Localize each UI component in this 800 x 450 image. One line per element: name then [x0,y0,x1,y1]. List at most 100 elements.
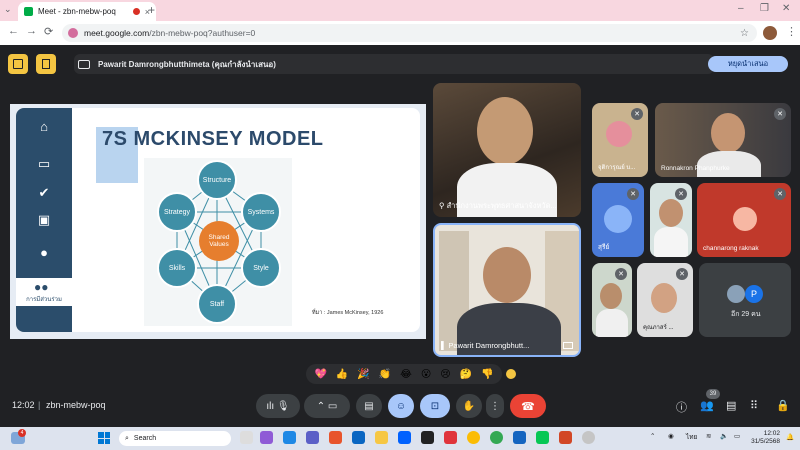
captions-icon: ▤ [364,400,374,412]
tray-chevron-icon[interactable]: ⌃ [650,432,655,440]
chevron-up-icon: ⌃ [316,400,328,412]
tab-title: Meet - zbn-mebw-poq [38,7,116,16]
terminal-icon[interactable] [421,431,434,444]
present-button[interactable]: ⊡ [420,394,450,418]
reaction-heart-button[interactable]: 💖 [314,369,326,380]
reaction-laugh-button[interactable]: 😂 [400,369,412,380]
stop-presenting-button[interactable]: หยุดนำเสนอ [708,56,788,72]
participant-tile-7[interactable]: ✕ คุณภาสร์ ... [637,263,693,337]
powerpoint-icon[interactable] [559,431,572,444]
screen-icon [563,342,573,349]
maximize-button[interactable]: ❐ [760,3,769,14]
participant-initial-avatar: P [745,285,763,303]
tile-name: จุติการุณย์ บ... [598,165,636,171]
app-icon[interactable] [582,431,595,444]
captions-button[interactable]: ▤ [356,394,382,418]
muted-mic-icon: ✕ [627,188,639,200]
notifications-bell-icon[interactable]: 🔔 [786,433,794,441]
slide-source: ที่มา : James McKinsey, 1926 [312,310,384,316]
file-explorer-icon[interactable] [375,431,388,444]
taskbar-search-input[interactable]: ⌕ Search [119,431,231,446]
dropbox-icon[interactable] [398,431,411,444]
outlook-icon[interactable] [352,431,365,444]
others-tile[interactable]: P อีก 29 คน [699,263,791,337]
firefox-icon[interactable] [329,431,342,444]
photos-icon[interactable] [513,431,526,444]
bookmark-star-icon[interactable]: ☆ [740,28,749,39]
teams-icon[interactable] [306,431,319,444]
participant-face [711,113,745,153]
reaction-clap-button[interactable]: 👏 [379,369,391,380]
tray-app-icon[interactable]: ◉ [668,432,674,440]
wifi-icon[interactable]: ≋ [706,432,711,440]
host-controls-icon[interactable]: 🔒 [776,399,790,412]
chrome-profile-icon[interactable] [490,431,503,444]
reload-button[interactable]: ⟳ [44,25,53,38]
browser-menu-icon[interactable]: ⋮ [786,25,797,38]
participant-tile-3[interactable]: ✕ สุรีย์ [592,183,644,257]
taskbar-clock[interactable]: 12:02 31/5/2568 [750,430,780,446]
raise-hand-button[interactable]: ✋ [456,394,482,418]
reaction-thumbs-up-button[interactable]: 👍 [336,369,348,380]
participant-tile-1[interactable]: ✕ จุติการุณย์ บ... [592,103,648,177]
skin-tone-button[interactable] [506,369,516,379]
reaction-surprised-button[interactable]: 😮 [421,369,431,380]
participant-tile-4[interactable]: ✕ [650,183,692,257]
tile-name: Ronnakron Phanphurke [661,165,730,172]
line-icon[interactable] [536,431,549,444]
minimize-button[interactable]: – [738,3,744,14]
rail-tab-label: การมีส่วนร่วม [26,297,62,303]
edge-icon[interactable] [283,431,296,444]
battery-icon[interactable]: ▭ [734,432,740,440]
tab-search-icon[interactable]: ⌄ [4,4,12,15]
address-bar[interactable]: meet.google.com/zbn-mebw-poq?authuser=0 … [62,24,757,42]
more-options-button[interactable]: ⋮ [486,394,504,418]
meeting-time: 12:02 [12,400,35,410]
microphone-button[interactable]: ılı 🎙 [256,394,300,418]
participant-tile-6[interactable]: ✕ [592,263,632,337]
participant-face [477,97,533,165]
site-info-icon[interactable] [68,28,78,38]
participant-face [600,283,622,309]
browser-tab-meet[interactable]: Meet - zbn-mebw-poq × [18,2,156,21]
muted-mic-icon: ✕ [615,268,627,280]
muted-mic-icon: ✕ [774,108,786,120]
muted-mic-icon: ✕ [774,188,786,200]
participant-tile-2[interactable]: ✕ Ronnakron Phanphurke [655,103,791,177]
back-button[interactable]: ← [8,25,19,37]
presenting-banner: Pawarit Damrongbhutthimeta (คุณกำลังนำเส… [74,54,714,74]
emoji-reactions-button[interactable]: ☺ [388,394,414,418]
participant-face [651,283,677,313]
leave-call-button[interactable]: ☎ [510,394,546,418]
node-strategy: Strategy [157,192,197,232]
camera-button[interactable]: ⌃ ▭ [304,394,350,418]
clock-date: 31/5/2568 [751,438,780,446]
participant-tile-5[interactable]: ✕ channarong raknak [697,183,791,257]
reaction-sad-button[interactable]: 😢 [440,369,450,380]
volume-icon[interactable]: 🔈 [720,432,728,440]
reaction-thinking-button[interactable]: 🤔 [460,369,472,380]
chat-icon[interactable]: ▤ [726,399,736,412]
task-view-icon[interactable] [240,431,253,444]
info-icon[interactable]: ⓘ [676,399,687,415]
profile-avatar[interactable] [763,26,777,40]
close-window-button[interactable]: ✕ [782,3,790,14]
search-placeholder: Search [133,435,157,442]
windows-start-icon[interactable] [98,432,110,444]
activities-grid-icon[interactable]: ⠿ [750,399,758,412]
input-language[interactable]: ไทย [686,432,697,442]
new-tab-button[interactable]: + [148,3,155,17]
people-icon[interactable]: 👥 [700,399,714,412]
participant-tile-main-top[interactable]: ⚲ สำนักงานพระพุทธศาสนาจังหวัด... [433,83,581,217]
search-icon: ⌕ [125,434,129,442]
participant-tile-presenter[interactable]: ▌ Pawarit Damrongbhutt... [433,223,581,357]
pin-icon: ⚲ [439,201,447,210]
copilot-icon[interactable] [260,431,273,444]
reaction-party-button[interactable]: 🎉 [357,369,369,380]
chrome-icon[interactable] [467,431,480,444]
reaction-thumbs-down-button[interactable]: 👎 [481,369,493,380]
pdf-icon[interactable] [444,431,457,444]
forward-button[interactable]: → [26,25,37,37]
slide-title: 7S MCKINSEY MODEL [102,128,324,150]
tile-name: สุรีย์ [598,244,610,251]
